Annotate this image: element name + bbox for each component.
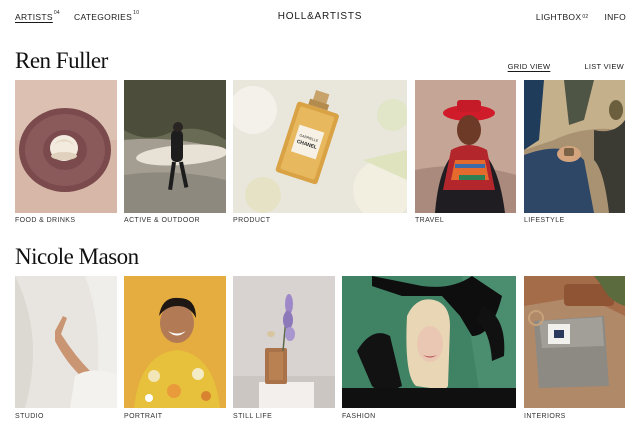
category-caption[interactable]: PORTRAIT: [124, 413, 162, 420]
category-caption[interactable]: LIFESTYLE: [524, 217, 565, 224]
nav-lightbox-count: 02: [582, 14, 589, 20]
artist-name[interactable]: Nicole Mason: [15, 244, 139, 270]
category-caption[interactable]: STILL LIFE: [233, 413, 272, 420]
nav-info-link[interactable]: INFO: [604, 12, 626, 22]
nav-right: LIGHTBOX02 INFO: [536, 12, 626, 22]
category-caption[interactable]: INTERIORS: [524, 413, 566, 420]
category-caption[interactable]: PRODUCT: [233, 217, 270, 224]
category-caption[interactable]: TRAVEL: [415, 217, 444, 224]
photo-fashion[interactable]: [342, 276, 516, 408]
photo-interiors[interactable]: [524, 276, 625, 408]
photo-portrait[interactable]: [124, 276, 226, 408]
category-caption[interactable]: FOOD & DRINKS: [15, 217, 75, 224]
photo-food-drinks[interactable]: [15, 80, 117, 213]
list-view-toggle[interactable]: LIST VIEW: [584, 62, 624, 71]
artist-name[interactable]: Ren Fuller: [15, 48, 108, 74]
photo-travel[interactable]: [415, 80, 516, 213]
photo-studio[interactable]: [15, 276, 117, 408]
category-caption[interactable]: FASHION: [342, 413, 376, 420]
top-navigation: ARTISTS 04 CATEGORIES 10 HOLL&ARTISTS LIGH…: [0, 0, 640, 34]
photo-product[interactable]: GABRIELLE CHANEL: [233, 80, 407, 213]
photo-lifestyle[interactable]: [524, 80, 625, 213]
grid-view-toggle[interactable]: GRID VIEW: [508, 62, 551, 71]
nav-lightbox-label: LIGHTBOX: [535, 12, 582, 22]
view-toggle: GRID VIEW LIST VIEW: [508, 62, 624, 71]
photo-still-life[interactable]: [233, 276, 335, 408]
category-caption[interactable]: STUDIO: [15, 413, 44, 420]
category-caption[interactable]: ACTIVE & OUTDOOR: [124, 217, 200, 224]
nav-lightbox-link[interactable]: LIGHTBOX02: [536, 12, 589, 22]
photo-active-outdoor[interactable]: [124, 80, 226, 213]
